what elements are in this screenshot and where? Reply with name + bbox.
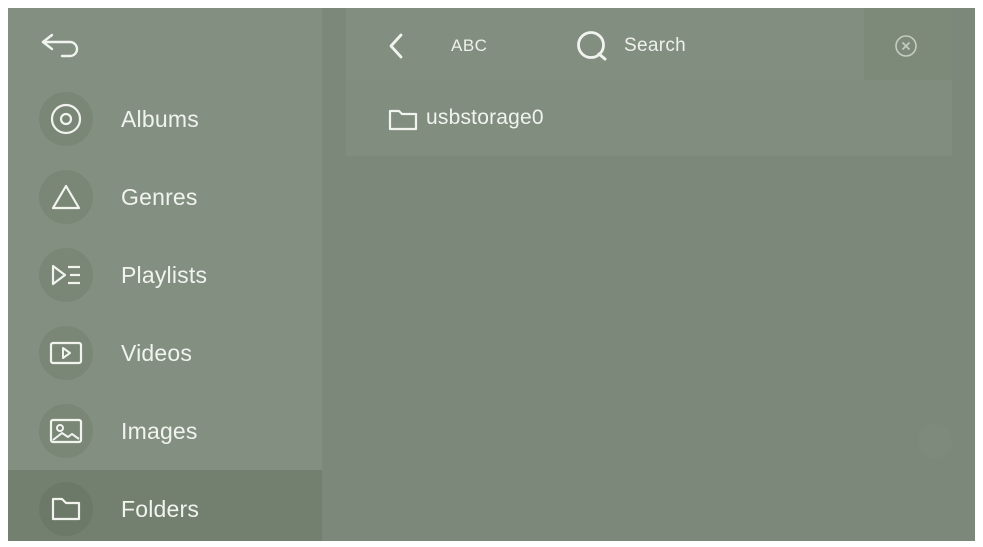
sidebar-item-label: Playlists	[121, 262, 208, 288]
return-arrow-icon	[41, 33, 79, 58]
sidebar-item-label: Genres	[121, 184, 198, 210]
sidebar-item-label: Albums	[121, 106, 199, 132]
disc-icon	[39, 92, 93, 146]
sidebar-item-albums[interactable]: Albums	[8, 80, 322, 158]
folder-list: usbstorage0	[346, 80, 952, 156]
search-icon	[577, 31, 607, 61]
sort-abc-button[interactable]: ABC	[451, 8, 487, 84]
sidebar-item-videos[interactable]: Videos	[8, 314, 322, 392]
folder-icon	[39, 482, 93, 536]
chevron-left-icon	[389, 33, 403, 59]
sidebar-item-playlists[interactable]: Playlists	[8, 236, 322, 314]
clear-zone	[864, 8, 952, 80]
folder-name: usbstorage0	[426, 106, 544, 129]
search-label: Search	[624, 35, 687, 56]
sidebar-nav: Albums Genres Playlists Videos Images Fo…	[8, 80, 322, 541]
playlist-icon	[39, 248, 93, 302]
video-icon	[39, 326, 93, 380]
clear-search-button[interactable]	[894, 34, 918, 58]
image-icon	[39, 404, 93, 458]
sidebar: Albums Genres Playlists Videos Images Fo…	[8, 8, 322, 541]
content-area: ABC Search usbstorage0	[322, 8, 975, 541]
toolbar: ABC Search	[346, 8, 952, 80]
search-button[interactable]: Search	[574, 8, 686, 84]
media-browser-screen: Albums Genres Playlists Videos Images Fo…	[8, 8, 975, 541]
sidebar-header	[8, 8, 322, 80]
sidebar-item-folders[interactable]: Folders	[8, 470, 322, 541]
scroll-handle[interactable]	[918, 424, 952, 458]
sidebar-item-label: Images	[121, 418, 198, 444]
sidebar-item-label: Folders	[121, 496, 200, 522]
sidebar-item-genres[interactable]: Genres	[8, 158, 322, 236]
folder-icon	[388, 109, 418, 131]
sidebar-item-label: Videos	[121, 340, 193, 366]
back-button[interactable]	[36, 26, 88, 64]
list-item[interactable]: usbstorage0	[346, 80, 952, 156]
clear-icon	[895, 35, 917, 57]
triangle-icon	[39, 170, 93, 224]
sidebar-item-images[interactable]: Images	[8, 392, 322, 470]
up-level-button[interactable]	[378, 28, 414, 64]
